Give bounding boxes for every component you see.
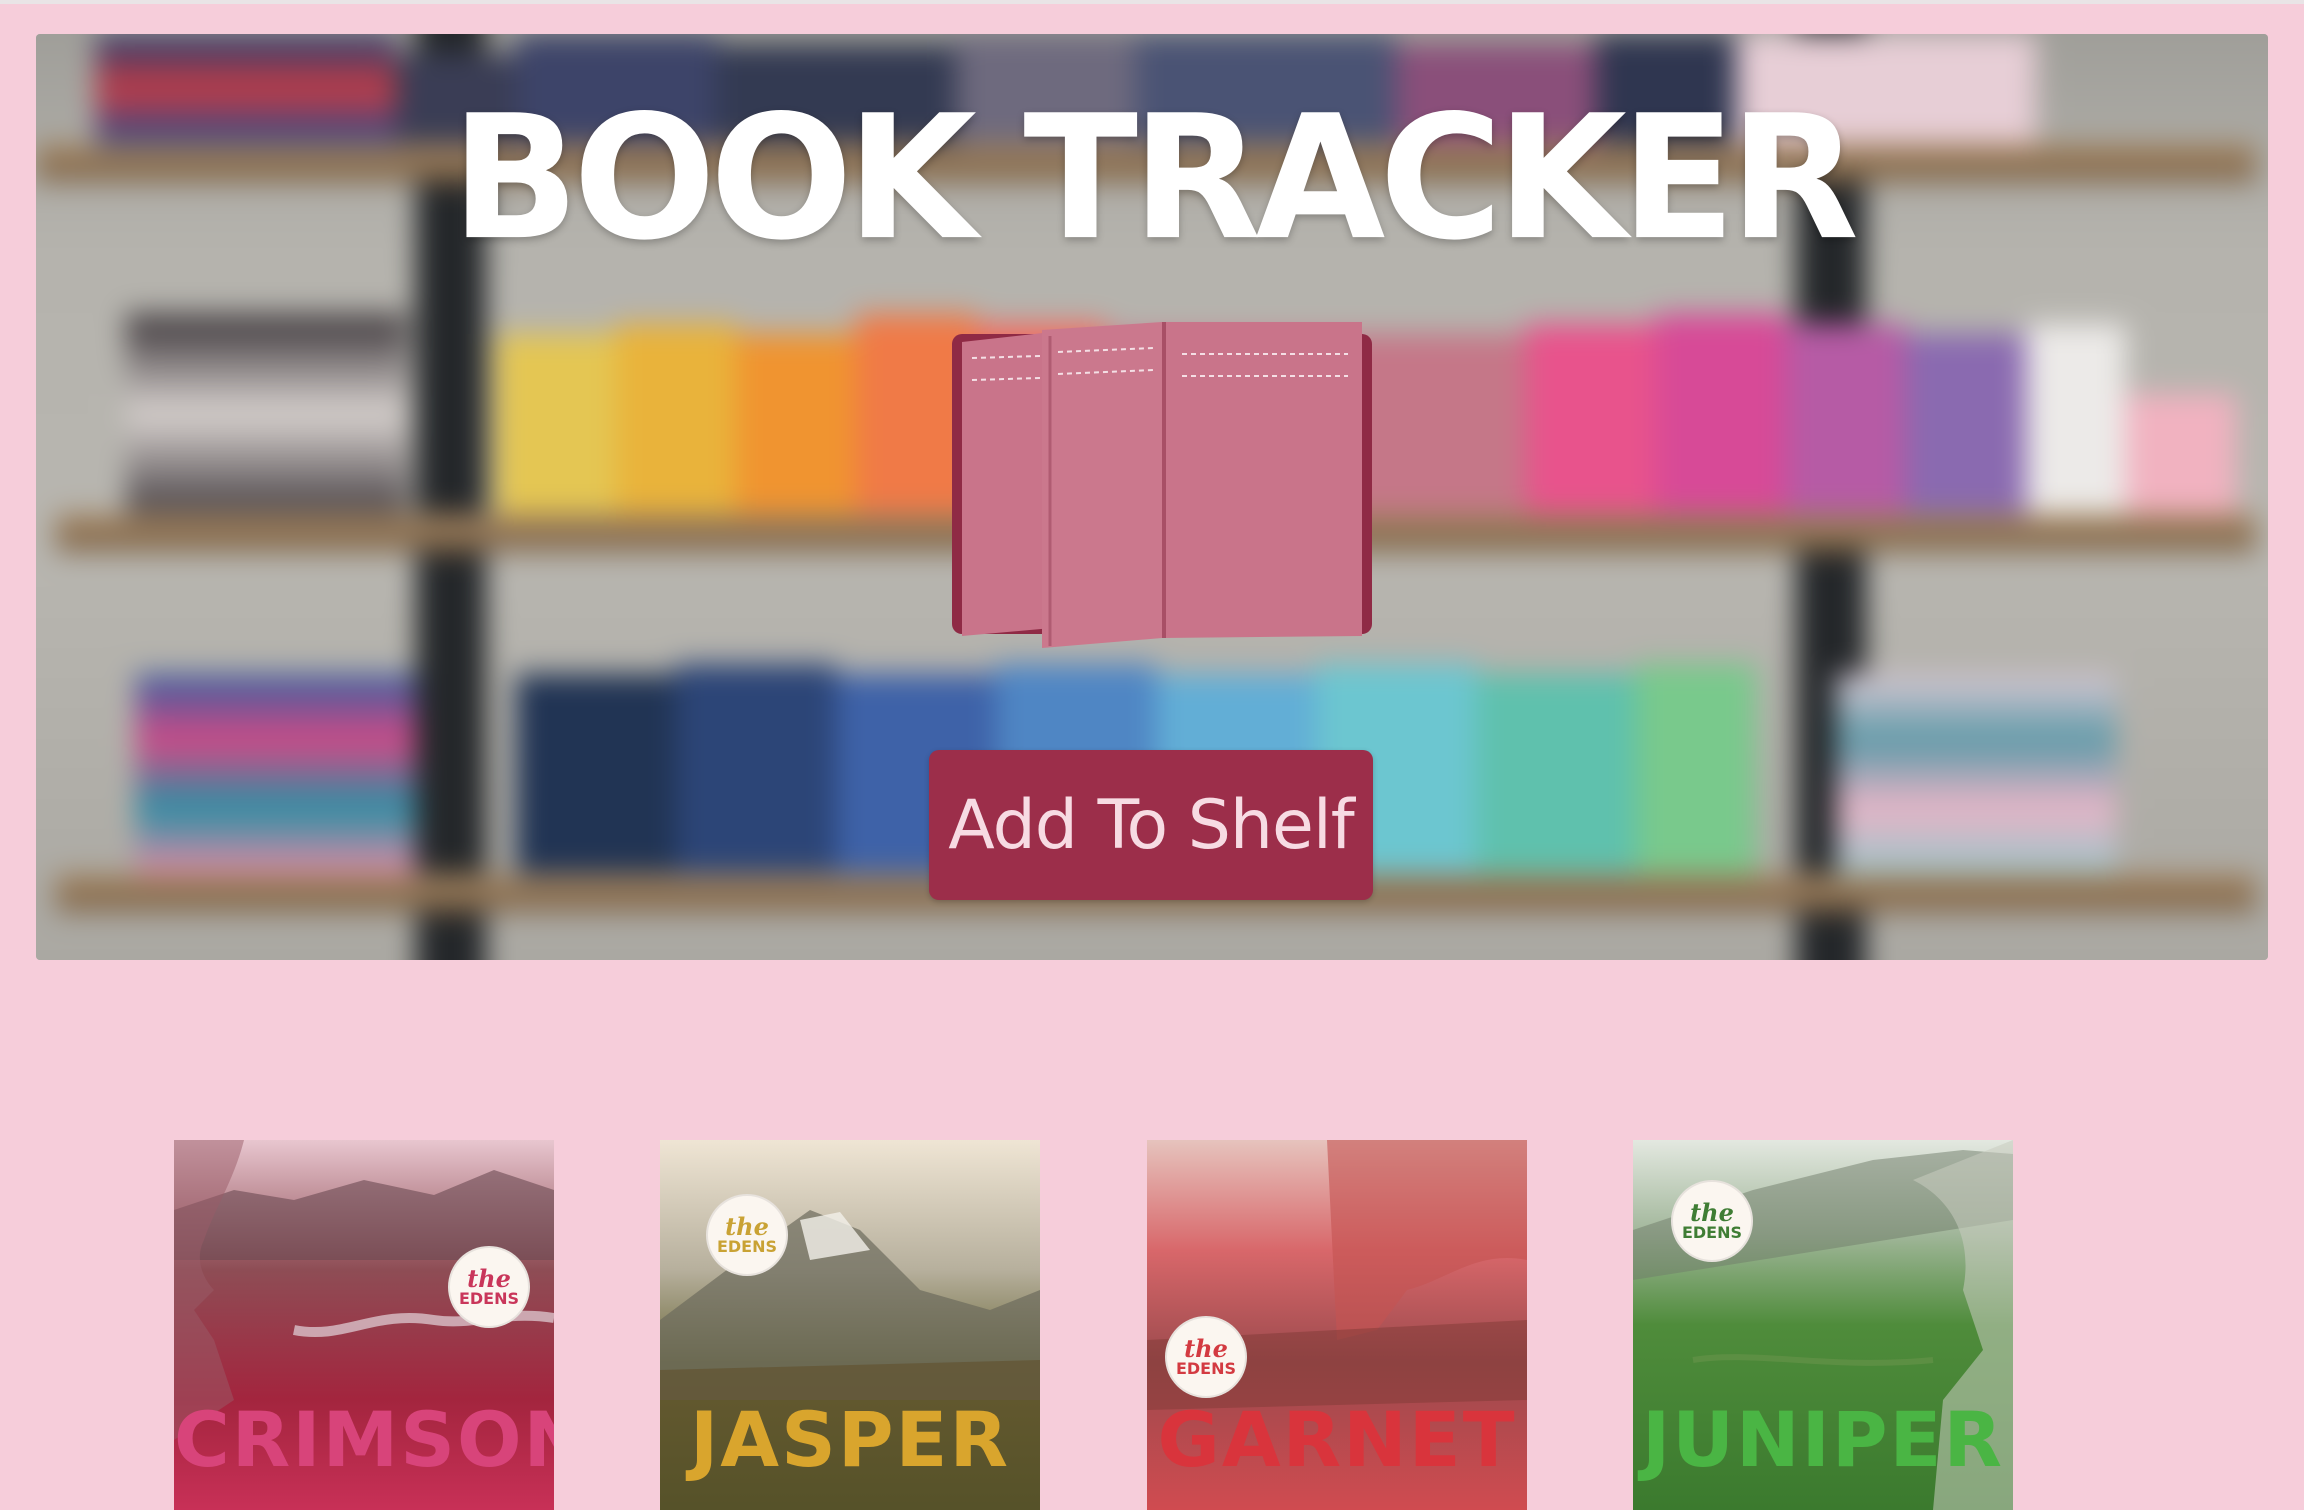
series-badge: the EDENS: [448, 1246, 530, 1328]
window-top-border: [0, 0, 2304, 4]
book-card-garnet[interactable]: the EDENS GARNET: [1147, 1140, 1527, 1510]
app-title: BOOK TRACKER: [451, 78, 1859, 278]
book-title: GARNET: [1157, 1395, 1517, 1484]
book-title: JASPER: [690, 1395, 1010, 1484]
book-card-jasper[interactable]: the EDENS JASPER: [660, 1140, 1040, 1510]
add-to-shelf-button[interactable]: Add To Shelf: [929, 750, 1373, 900]
book-grid: the EDENS CRIMSON the EDENS JASPER the E…: [0, 1140, 2304, 1510]
hero-banner: BOOK TRACKER Add To Shelf: [36, 34, 2268, 960]
open-book-icon: [952, 322, 1372, 648]
series-badge: the EDENS: [1671, 1180, 1753, 1262]
book-title: CRIMSON: [174, 1395, 554, 1484]
book-card-crimson[interactable]: the EDENS CRIMSON: [174, 1140, 554, 1510]
book-title: JUNIPER: [1641, 1395, 2004, 1484]
book-card-juniper[interactable]: the EDENS JUNIPER: [1633, 1140, 2013, 1510]
series-badge: the EDENS: [1165, 1316, 1247, 1398]
series-badge: the EDENS: [706, 1194, 788, 1276]
